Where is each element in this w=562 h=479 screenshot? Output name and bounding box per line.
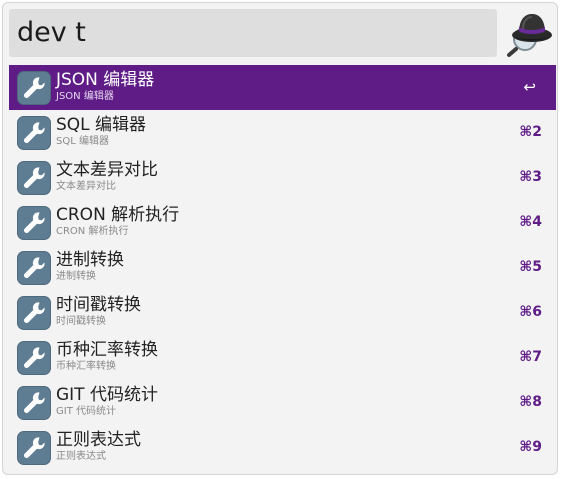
result-subtitle: 正则表达式 bbox=[56, 451, 106, 462]
shortcut-hint: ⌘5 bbox=[519, 259, 542, 275]
result-title: 币种汇率转换 bbox=[56, 340, 158, 360]
result-row[interactable]: CRON 解析执行 CRON 解析执行 ⌘4 bbox=[9, 200, 556, 245]
result-subtitle: 币种汇率转换 bbox=[56, 361, 116, 372]
wrench-icon bbox=[17, 161, 51, 195]
shortcut-hint: ⌘6 bbox=[519, 304, 542, 320]
alfred-window: JSON 编辑器JSON 编辑器 ↩ SQL 编辑器SQL 编辑器 ⌘2 文本差异对比文… bbox=[2, 2, 558, 475]
result-title: 进制转换 bbox=[56, 250, 124, 270]
result-title: CRON 解析执行 bbox=[56, 205, 180, 225]
wrench-icon bbox=[17, 296, 51, 330]
result-row[interactable]: SQL 编辑器 SQL 编辑器 ⌘2 bbox=[9, 110, 556, 155]
return-key-hint: ↩ bbox=[523, 78, 536, 96]
result-title: 时间戳转换 bbox=[56, 295, 141, 315]
result-row[interactable]: 币种汇率转换 币种汇率转换 ⌘7 bbox=[9, 335, 556, 380]
result-title: 文本差异对比 bbox=[56, 160, 158, 180]
result-subtitle: CRON 解析执行 bbox=[56, 226, 129, 237]
shortcut-hint: ⌘9 bbox=[519, 439, 542, 455]
result-row[interactable]: 正则表达式 正则表达式 ⌘9 bbox=[9, 425, 556, 470]
wrench-icon bbox=[17, 431, 51, 465]
wrench-icon bbox=[17, 341, 51, 375]
result-title: JSON 编辑器 bbox=[56, 70, 155, 90]
result-row[interactable]: 时间戳转换 时间戳转换 ⌘6 bbox=[9, 290, 556, 335]
result-subtitle: GIT 代码统计 bbox=[56, 406, 116, 417]
result-row[interactable]: GIT 代码统计 GIT 代码统计 ⌘8 bbox=[9, 380, 556, 425]
result-subtitle: 进制转换 bbox=[56, 271, 96, 282]
search-bar[interactable] bbox=[9, 9, 497, 57]
result-row[interactable]: 进制转换 进制转换 ⌘5 bbox=[9, 245, 556, 290]
wrench-icon bbox=[17, 71, 51, 105]
wrench-icon bbox=[17, 116, 51, 150]
result-row[interactable]: JSON 编辑器 JSON 编辑器 ↩ bbox=[9, 65, 556, 110]
search-input[interactable] bbox=[17, 9, 489, 57]
result-title: GIT 代码统计 bbox=[56, 385, 158, 405]
alfred-hat-logo-icon[interactable] bbox=[505, 9, 553, 57]
wrench-icon bbox=[17, 386, 51, 420]
shortcut-hint: ⌘2 bbox=[519, 124, 542, 140]
shortcut-hint: ⌘7 bbox=[519, 349, 542, 365]
shortcut-hint: ⌘8 bbox=[519, 394, 542, 410]
result-row[interactable]: 文本差异对比 文本差异对比 ⌘3 bbox=[9, 155, 556, 200]
result-subtitle: JSON 编辑器 bbox=[56, 91, 114, 102]
wrench-icon bbox=[17, 251, 51, 285]
shortcut-hint: ⌘3 bbox=[519, 169, 542, 185]
shortcut-hint: ⌘4 bbox=[519, 214, 542, 230]
result-title: SQL 编辑器 bbox=[56, 115, 147, 135]
result-subtitle: 文本差异对比 bbox=[56, 181, 116, 192]
results-list: JSON 编辑器 JSON 编辑器 ↩ SQL 编辑器 SQL 编辑器 ⌘2 文本差异对比文… bbox=[9, 65, 556, 470]
wrench-icon bbox=[17, 206, 51, 240]
result-subtitle: SQL 编辑器 bbox=[56, 136, 109, 147]
result-subtitle: 时间戳转换 bbox=[56, 316, 106, 327]
result-title: 正则表达式 bbox=[56, 430, 141, 450]
